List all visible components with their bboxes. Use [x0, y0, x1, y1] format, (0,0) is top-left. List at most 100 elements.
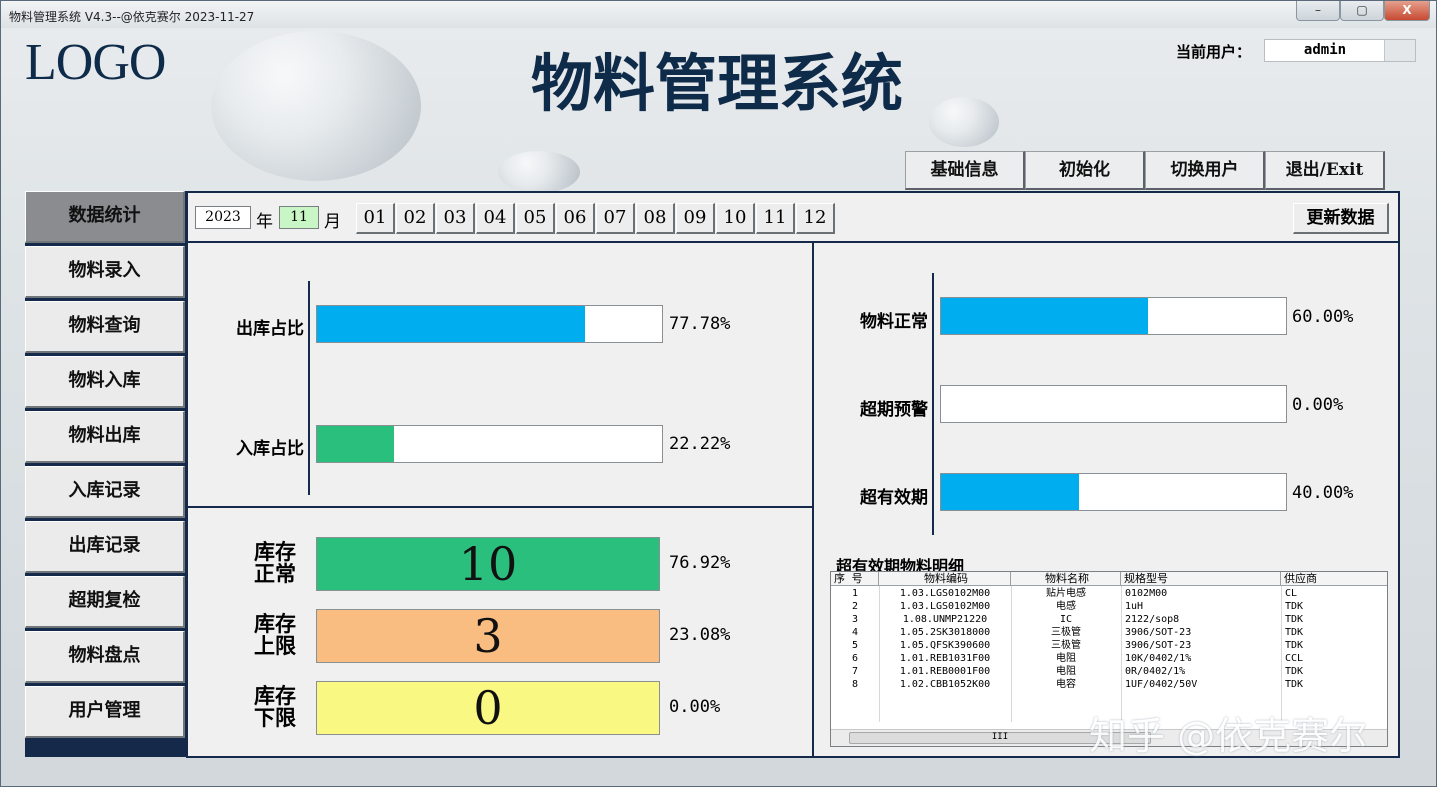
cell-name: 三极管: [1051, 640, 1081, 651]
validity-label-expired: 超有效期: [860, 488, 928, 508]
maximize-button[interactable]: ▢: [1340, 1, 1384, 21]
water-drop-decoration: [929, 97, 999, 147]
switch-user-button[interactable]: 切换用户: [1145, 151, 1265, 190]
table-row[interactable]: 6 1.01.REB1031F00 电阻 10K/0402/1% CCL: [831, 652, 1387, 665]
ratio-label-in: 入库占比: [236, 439, 304, 459]
cell-spec: 1uH: [1125, 601, 1144, 612]
validity-bar-expired: [940, 473, 1287, 511]
cell-index: 6: [851, 653, 859, 664]
basic-info-button[interactable]: 基础信息: [905, 151, 1025, 190]
cell-name: 贴片电感: [1046, 588, 1086, 599]
column-header-spec[interactable]: 规格型号: [1121, 572, 1281, 586]
app-window: 物料管理系统 V4.3--@依克赛尔 2023-11-27 – ▢ X LOGO…: [0, 0, 1437, 787]
cell-index: 3: [851, 614, 859, 625]
initialize-button[interactable]: 初始化: [1025, 151, 1145, 190]
table-row[interactable]: 8 1.02.CBB1052K00 电容 1UF/0402/50V TDK: [831, 678, 1387, 691]
stock-normal-count: 10: [316, 537, 660, 591]
cell-supplier: TDK: [1285, 601, 1304, 612]
ratio-bar-in: [316, 425, 663, 463]
cell-supplier: TDK: [1285, 627, 1304, 638]
cell-spec: 10K/0402/1%: [1125, 653, 1192, 664]
table-row[interactable]: 5 1.05.QFSK390600 三极管 3906/SOT-23 TDK: [831, 639, 1387, 652]
cell-code: 1.01.REB0001F00: [899, 666, 991, 677]
table-row[interactable]: 1 1.03.LGS0102M00 贴片电感 0102M00 CL: [831, 587, 1387, 600]
cell-spec: 2122/sop8: [1125, 614, 1180, 625]
cell-supplier: TDK: [1285, 679, 1304, 690]
nav-data-statistics[interactable]: 数据统计: [25, 191, 185, 243]
nav-stock-in[interactable]: 物料入库: [25, 356, 185, 408]
nav-material-entry[interactable]: 物料录入: [25, 246, 185, 298]
month-button-06[interactable]: 06: [556, 203, 595, 234]
cell-spec: 3906/SOT-23: [1125, 640, 1192, 651]
table-row[interactable]: 3 1.08.UNMP21220 IC 2122/sop8 TDK: [831, 613, 1387, 626]
cell-index: 5: [851, 640, 859, 651]
stock-normal-pct: 76.92%: [669, 553, 731, 573]
nav-out-records[interactable]: 出库记录: [25, 521, 185, 573]
water-drop-decoration: [211, 31, 421, 181]
table-row[interactable]: 7 1.01.REB0001F00 电阻 0R/0402/1% TDK: [831, 665, 1387, 678]
current-user-field[interactable]: admin: [1264, 39, 1416, 62]
month-button-05[interactable]: 05: [516, 203, 555, 234]
month-button-08[interactable]: 08: [636, 203, 675, 234]
validity-pct-warning: 0.00%: [1292, 395, 1344, 415]
refresh-data-button[interactable]: 更新数据: [1293, 203, 1389, 234]
column-header-index[interactable]: 序 号: [831, 572, 879, 586]
nav-stock-out[interactable]: 物料出库: [25, 411, 185, 463]
column-header-code[interactable]: 物料编码: [879, 572, 1011, 586]
column-header-supplier[interactable]: 供应商: [1281, 572, 1387, 586]
cell-index: 7: [851, 666, 859, 677]
stock-lower-label: 库存 下限: [250, 685, 300, 729]
close-button[interactable]: X: [1384, 1, 1430, 21]
year-input[interactable]: 2023: [195, 206, 251, 229]
ratio-pct-out: 77.78%: [669, 314, 731, 334]
stock-upper-label-line2: 上限: [254, 633, 296, 658]
validity-fill-normal: [941, 298, 1148, 334]
validity-axis: [932, 273, 934, 535]
month-button-09[interactable]: 09: [676, 203, 715, 234]
validity-label-normal: 物料正常: [860, 312, 928, 332]
nav-in-records[interactable]: 入库记录: [25, 466, 185, 518]
validity-label-warning: 超期预警: [860, 400, 928, 420]
table-row[interactable]: 4 1.05.2SK3018000 三极管 3906/SOT-23 TDK: [831, 626, 1387, 639]
app-title: 物料管理系统: [531, 47, 904, 120]
table-header: 序 号 物料编码 物料名称 规格型号 供应商: [831, 572, 1387, 586]
nav-inventory-count[interactable]: 物料盘点: [25, 631, 185, 683]
month-button-10[interactable]: 10: [716, 203, 755, 234]
current-user-label: 当前用户：: [1176, 43, 1252, 61]
cell-spec: 1UF/0402/50V: [1125, 679, 1198, 690]
panel-divider: [188, 506, 812, 508]
stock-lower-count: 0: [316, 681, 660, 735]
cell-index: 1: [851, 588, 859, 599]
month-label: 月: [324, 212, 341, 232]
cell-spec: 0R/0402/1%: [1125, 666, 1186, 677]
cell-code: 1.03.LGS0102M00: [899, 601, 991, 612]
table-row[interactable]: 2 1.03.LGS0102M00 电感 1uH TDK: [831, 600, 1387, 613]
nav-user-management[interactable]: 用户管理: [25, 686, 185, 738]
month-button-03[interactable]: 03: [436, 203, 475, 234]
validity-fill-expired: [941, 474, 1079, 510]
stock-lower-pct: 0.00%: [669, 697, 721, 717]
watermark: 知乎 @依克赛尔: [1089, 714, 1368, 758]
stock-upper-label: 库存 上限: [250, 613, 300, 657]
nav-overdue-recheck[interactable]: 超期复检: [25, 576, 185, 628]
month-button-01[interactable]: 01: [356, 203, 395, 234]
cell-name: 电容: [1056, 679, 1076, 690]
water-drop-decoration: [498, 151, 580, 193]
column-header-name[interactable]: 物料名称: [1011, 572, 1121, 586]
cell-supplier: TDK: [1285, 640, 1304, 651]
month-button-02[interactable]: 02: [396, 203, 435, 234]
stock-upper-count: 3: [316, 609, 660, 663]
ratio-fill-out: [317, 306, 586, 342]
minimize-button[interactable]: –: [1296, 1, 1340, 21]
month-input[interactable]: 11: [279, 206, 319, 229]
month-button-12[interactable]: 12: [796, 203, 835, 234]
month-button-04[interactable]: 04: [476, 203, 515, 234]
nav-material-query[interactable]: 物料查询: [25, 301, 185, 353]
stock-upper-pct: 23.08%: [669, 625, 731, 645]
month-button-11[interactable]: 11: [756, 203, 795, 234]
exit-button[interactable]: 退出/Exit: [1265, 151, 1385, 190]
cell-code: 1.03.LGS0102M00: [899, 588, 991, 599]
cell-code: 1.01.REB1031F00: [899, 653, 991, 664]
month-button-07[interactable]: 07: [596, 203, 635, 234]
cell-supplier: TDK: [1285, 666, 1304, 677]
